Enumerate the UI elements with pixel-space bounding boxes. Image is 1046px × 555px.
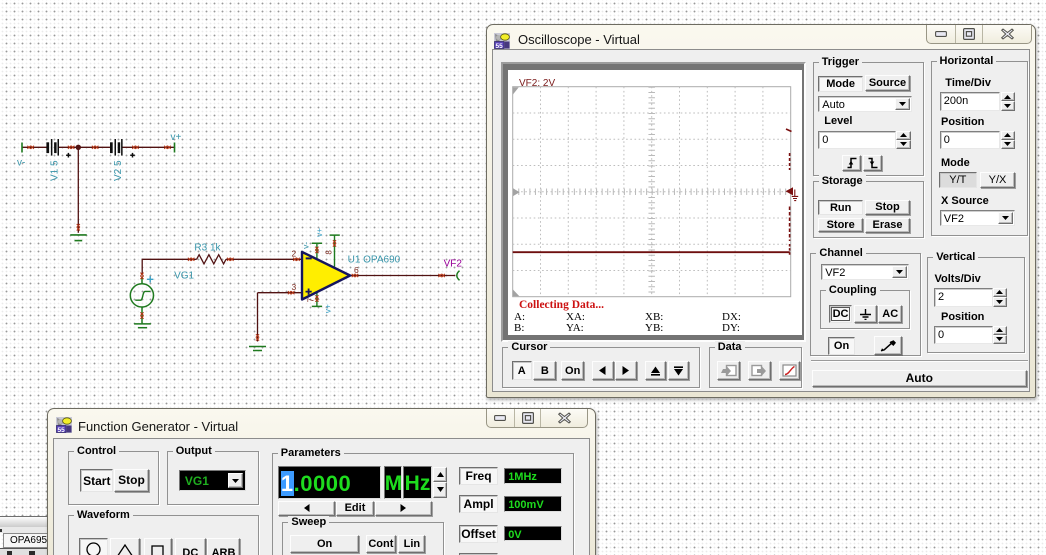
svg-text:R3 1k: R3 1k [194, 243, 221, 254]
svg-text:7: 7 [307, 297, 316, 302]
svg-text:V1 5: V1 5 [50, 160, 61, 181]
svg-text:8: 8 [325, 250, 334, 255]
svg-text:V2 5: V2 5 [113, 160, 124, 181]
svg-text:v-: v- [17, 158, 25, 169]
svg-text:v+: v+ [171, 132, 182, 143]
svg-text:3: 3 [292, 282, 297, 292]
svg-text:U1 OPA690: U1 OPA690 [348, 254, 401, 265]
svg-text:6: 6 [354, 265, 359, 275]
svg-text:v+: v+ [314, 228, 324, 237]
svg-text:v+: v+ [323, 304, 333, 313]
svg-text:2: 2 [292, 249, 297, 259]
svg-text:VF2: VF2 [444, 258, 463, 269]
svg-text:v-: v- [301, 242, 311, 249]
svg-text:VG1: VG1 [174, 271, 194, 282]
svg-text:55: 55 [58, 427, 66, 433]
